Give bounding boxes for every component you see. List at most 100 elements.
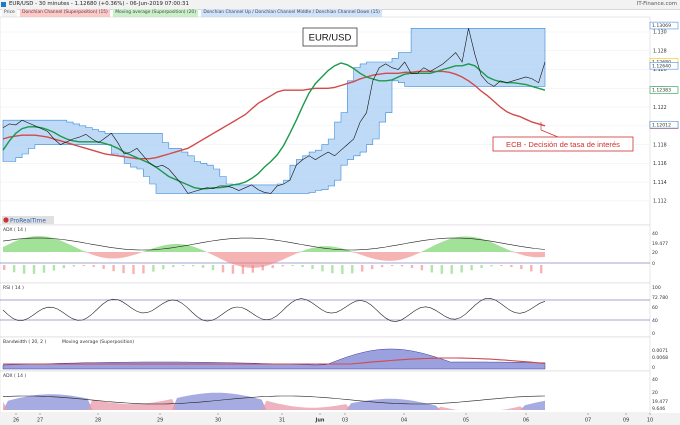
- adx-histogram-bar: [221, 265, 225, 273]
- bw-tag-0: 0: [652, 365, 655, 371]
- rsi-panel: [0, 282, 651, 338]
- adx-histogram-bar: [261, 265, 264, 271]
- price-tick-label: 1.114: [653, 180, 667, 186]
- adx-histogram-bar: [400, 265, 404, 267]
- date-tick-label: 05: [463, 418, 469, 424]
- rsi-panel-label: RSI ( 14 ): [3, 285, 24, 291]
- adx-histogram-bar: [470, 265, 473, 271]
- adx-histogram-bar: [490, 265, 493, 267]
- date-axis-bar: [0, 413, 680, 425]
- adx-histogram-bar: [440, 265, 443, 274]
- price-tick-label: 1.118: [653, 142, 667, 148]
- adx-histogram-bar: [301, 265, 304, 267]
- adx-histogram-bar: [321, 265, 324, 272]
- adx-histogram-bar: [22, 265, 26, 274]
- rsi-tag-0: 0: [652, 331, 655, 337]
- price-tick-label: 1.130: [653, 30, 667, 36]
- adx-histogram-bar: [271, 265, 274, 269]
- adx-histogram-bar: [361, 265, 364, 272]
- adx-histogram-bar: [380, 265, 384, 268]
- adx2-panel-label: ADX ( 14 ): [3, 373, 26, 379]
- date-tick-label: 09: [623, 418, 629, 424]
- adx-histogram-bar: [122, 265, 125, 274]
- adx-histogram-bar: [182, 265, 185, 267]
- price-tag-label: 1.12012: [652, 122, 671, 128]
- price-tick-label: 1.116: [653, 161, 667, 167]
- adx-histogram-bar: [410, 265, 414, 268]
- adx-histogram-bar: [12, 265, 16, 273]
- adx-histogram-bar: [390, 265, 394, 267]
- date-tick-label: 28: [95, 418, 101, 424]
- adx-histogram-bar: [211, 265, 215, 271]
- adx-histogram-bar: [331, 265, 334, 274]
- rsi-tag-100: 100: [652, 285, 661, 291]
- adx-histogram-bar: [62, 265, 66, 269]
- adx-histogram-bar: [102, 265, 105, 269]
- adx-tag-0: 0: [652, 261, 655, 267]
- date-tick-label: 04: [401, 418, 407, 424]
- adx-histogram-bar: [3, 265, 6, 270]
- adx-histogram-bar: [480, 265, 483, 268]
- adx-histogram-bar: [530, 265, 533, 272]
- date-tick-label: 31: [279, 418, 285, 424]
- price-tag-label: 1.12640: [652, 63, 671, 69]
- adx-histogram-bar: [231, 265, 235, 274]
- rsi-tag-60: 60: [652, 305, 658, 311]
- adx-histogram-bar: [370, 265, 374, 270]
- watermark-logo-icon: [3, 217, 9, 223]
- pair-label: EUR/USD: [309, 33, 352, 44]
- price-tick-label: 1.112: [653, 199, 667, 205]
- date-tick-label: Jun: [315, 418, 325, 424]
- adx-tag-20: 20: [652, 250, 658, 256]
- date-tick-label: 10: [647, 418, 653, 424]
- adx-histogram-bar: [460, 265, 463, 273]
- adx-tag-value: 19.477: [652, 241, 668, 247]
- date-tick-label: 06: [523, 418, 529, 424]
- adx-histogram-bar: [42, 265, 46, 273]
- price-axis: 1.1121.1141.1161.1181.1201.1221.1241.126…: [653, 30, 667, 205]
- adx2-tag-low: 9.646: [652, 406, 665, 412]
- adx-histogram-bar: [430, 265, 434, 273]
- bw-tag-2: 0.0068: [652, 355, 668, 361]
- adx-histogram-bar: [191, 265, 195, 267]
- adx-histogram-bar: [82, 265, 85, 267]
- adx2-tag-20: 20: [652, 390, 658, 396]
- adx-histogram-bar: [172, 265, 175, 268]
- adx-histogram-bar: [351, 265, 354, 274]
- price-tag-label: 1.12383: [652, 88, 671, 94]
- adx-histogram-bar: [201, 265, 205, 268]
- price-tick-label: 1.128: [653, 48, 667, 54]
- adx-histogram-bar: [420, 265, 424, 271]
- adx-histogram-bar: [241, 265, 245, 274]
- date-tick-label: 27: [37, 418, 43, 424]
- adx-histogram-bar: [450, 265, 453, 274]
- adx-histogram-bar: [162, 265, 165, 270]
- adx-histogram-bar: [142, 265, 145, 274]
- date-tick-label: 03: [342, 418, 348, 424]
- adx-histogram-bar: [520, 265, 523, 270]
- adx-histogram-bar: [52, 265, 56, 271]
- date-tick-label: 07: [585, 418, 591, 424]
- adx-histogram-bar: [132, 265, 135, 274]
- adx-tag-40: 40: [652, 231, 658, 237]
- adx-histogram-bar: [500, 265, 503, 267]
- date-tick-label: 30: [215, 418, 221, 424]
- date-tick-label: 29: [157, 418, 163, 424]
- adx-histogram-bar: [32, 265, 36, 274]
- price-tick-label: 1.122: [653, 105, 667, 111]
- adx-histogram-bar: [92, 265, 95, 267]
- adx2-tag-40: 40: [652, 377, 658, 383]
- bandwidth-ma-label: Moving average (Superposition): [62, 339, 134, 345]
- rsi-tag-value: 72.780: [652, 295, 668, 301]
- adx2-tag-value: 19.477: [652, 399, 668, 405]
- price-tag-label: 1.13069: [652, 23, 671, 29]
- price-chart[interactable]: 1.1121.1141.1161.1181.1201.1221.1241.126…: [0, 0, 680, 425]
- adx-histogram-bar: [152, 265, 155, 272]
- adx-histogram-bar: [510, 265, 513, 268]
- adx-histogram-bar: [311, 265, 314, 270]
- rsi-tag-40: 40: [652, 318, 658, 324]
- adx-histogram-bar: [251, 265, 255, 273]
- adx-histogram-bar: [291, 265, 294, 267]
- adx-histogram-bar: [281, 265, 284, 267]
- adx-histogram-bar: [540, 265, 543, 274]
